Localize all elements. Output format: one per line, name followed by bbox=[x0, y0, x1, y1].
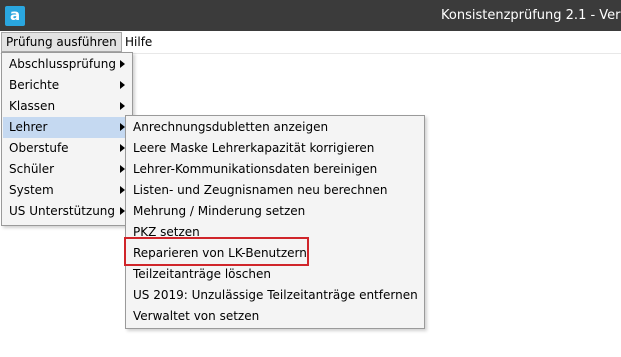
submenu-arrow-icon bbox=[120, 60, 125, 68]
menu-bar: Prüfung ausführen Hilfe bbox=[0, 31, 621, 54]
menu-item-klassen[interactable]: Klassen bbox=[3, 96, 131, 117]
menu-item-oberstufe[interactable]: Oberstufe bbox=[3, 138, 131, 159]
menu-item-label: US 2019: Unzulässige Teilzeitanträge ent… bbox=[133, 288, 418, 302]
menu-item-label: System bbox=[9, 183, 54, 197]
submenu-item-verwaltet-von-setzen[interactable]: Verwaltet von setzen bbox=[127, 306, 423, 327]
submenu-item-kommunikationsdaten[interactable]: Lehrer-Kommunikationsdaten bereinigen bbox=[127, 159, 423, 180]
menu-item-us-unterstuetzung[interactable]: US Unterstützung bbox=[3, 201, 131, 222]
menu-item-lehrer[interactable]: Lehrer bbox=[3, 117, 131, 138]
menu-item-label: Verwaltet von setzen bbox=[133, 309, 260, 323]
menu-item-label: Oberstufe bbox=[9, 141, 69, 155]
menu-item-label: Mehrung / Minderung setzen bbox=[133, 204, 306, 218]
menu-item-label: US Unterstützung bbox=[9, 204, 116, 218]
menu-item-label: Abschlussprüfung bbox=[9, 57, 116, 71]
menu-item-label: Teilzeitanträge löschen bbox=[133, 267, 271, 281]
app-logo-icon: a bbox=[5, 6, 25, 26]
menu-item-label: Anrechnungsdubletten anzeigen bbox=[133, 120, 329, 134]
menu-pruefung-ausfuehren[interactable]: Prüfung ausführen bbox=[1, 32, 122, 52]
menu-item-label: Klassen bbox=[9, 99, 56, 113]
main-dropdown-menu: Abschlussprüfung Berichte Klassen Lehrer… bbox=[1, 52, 133, 226]
submenu-arrow-icon bbox=[120, 102, 125, 110]
menu-item-label: Schüler bbox=[9, 162, 55, 176]
window-title: Konsistenzprüfung 2.1 - Versio bbox=[441, 8, 621, 23]
menu-item-system[interactable]: System bbox=[3, 180, 131, 201]
title-bar: a Konsistenzprüfung 2.1 - Versio bbox=[0, 0, 621, 31]
menu-item-schueler[interactable]: Schüler bbox=[3, 159, 131, 180]
submenu-item-listen-zeugnisnamen[interactable]: Listen- und Zeugnisnamen neu berechnen bbox=[127, 180, 423, 201]
menu-item-abschlusspruefung[interactable]: Abschlussprüfung bbox=[3, 54, 131, 75]
menu-item-label: Listen- und Zeugnisnamen neu berechnen bbox=[133, 183, 388, 197]
submenu-item-anrechnungsdubletten[interactable]: Anrechnungsdubletten anzeigen bbox=[127, 117, 423, 138]
menu-item-label: Berichte bbox=[9, 78, 60, 92]
menu-hilfe[interactable]: Hilfe bbox=[121, 33, 156, 51]
menu-item-label: Leere Maske Lehrerkapazität korrigieren bbox=[133, 141, 375, 155]
submenu-item-teilzeitantraege-loeschen[interactable]: Teilzeitanträge löschen bbox=[127, 264, 423, 285]
submenu-item-us2019-teilzeitantraege[interactable]: US 2019: Unzulässige Teilzeitanträge ent… bbox=[127, 285, 423, 306]
menu-item-berichte[interactable]: Berichte bbox=[3, 75, 131, 96]
submenu-item-mehrung-minderung[interactable]: Mehrung / Minderung setzen bbox=[127, 201, 423, 222]
submenu-item-leere-maske[interactable]: Leere Maske Lehrerkapazität korrigieren bbox=[127, 138, 423, 159]
lehrer-submenu: Anrechnungsdubletten anzeigen Leere Mask… bbox=[125, 115, 425, 329]
menu-item-label: Lehrer-Kommunikationsdaten bereinigen bbox=[133, 162, 378, 176]
menu-item-label: Lehrer bbox=[9, 120, 48, 134]
highlight-annotation-box bbox=[124, 237, 309, 266]
submenu-arrow-icon bbox=[120, 81, 125, 89]
